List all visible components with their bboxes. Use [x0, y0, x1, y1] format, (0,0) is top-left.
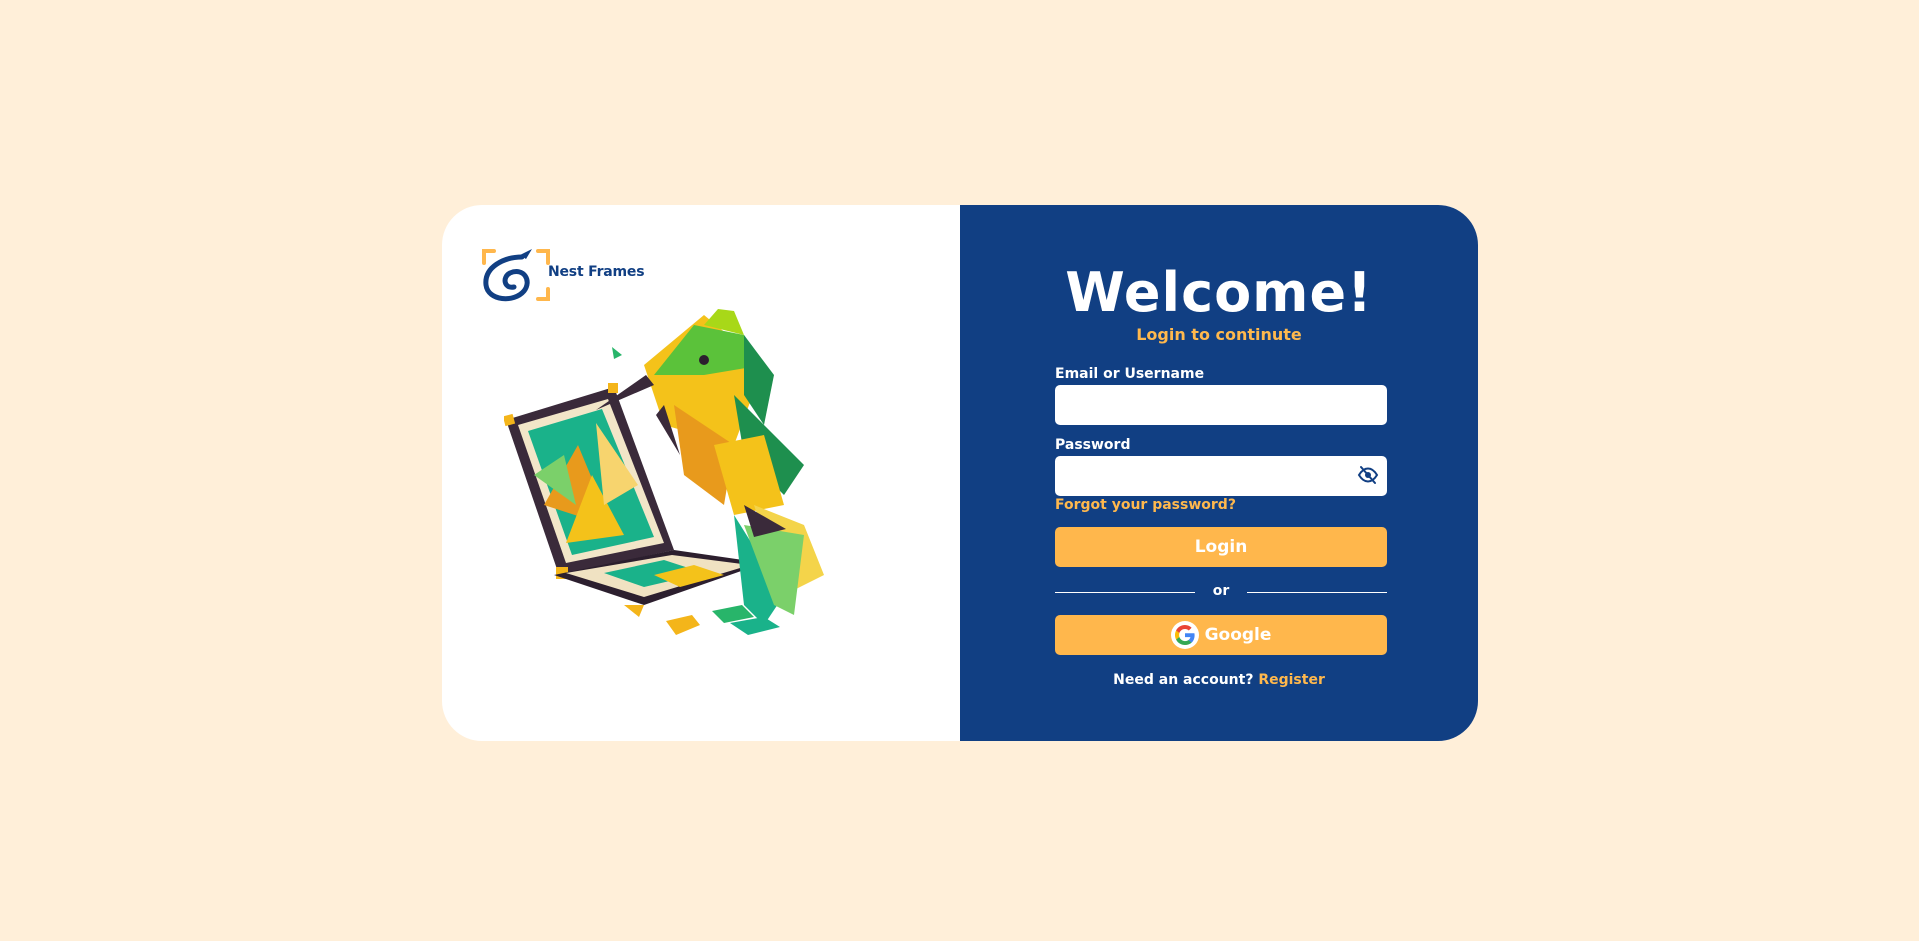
eye-off-icon[interactable] — [1357, 464, 1379, 486]
login-panel: Welcome! Login to continute Email or Use… — [960, 205, 1478, 741]
email-label: Email or Username — [1055, 366, 1205, 382]
google-login-button[interactable]: Google — [1055, 615, 1387, 655]
register-link[interactable]: Register — [1258, 672, 1325, 688]
register-prompt: Need an account? Register — [960, 672, 1478, 688]
password-input[interactable] — [1055, 456, 1387, 496]
login-card: Nest Frames Welcome! Login to continute … — [442, 205, 1478, 741]
hummingbird-laptop-illustration — [502, 305, 884, 645]
login-button-label: Login — [1194, 537, 1248, 557]
brand-logo[interactable]: Nest Frames — [480, 245, 645, 307]
need-account-text: Need an account? — [1113, 672, 1254, 688]
or-divider: or — [1055, 583, 1387, 603]
nest-frames-logo-icon — [480, 245, 554, 307]
welcome-title: Welcome! — [1065, 261, 1373, 324]
login-button[interactable]: Login — [1055, 527, 1387, 567]
divider-line-right — [1247, 592, 1387, 593]
google-icon — [1170, 621, 1199, 649]
email-username-input[interactable] — [1055, 385, 1387, 425]
google-button-label: Google — [1204, 625, 1272, 645]
welcome-subtitle: Login to continute — [1136, 325, 1302, 344]
illustration-panel: Nest Frames — [442, 205, 960, 741]
divider-text: or — [1212, 583, 1230, 599]
brand-name: Nest Frames — [548, 264, 645, 280]
forgot-password-link[interactable]: Forgot your password? — [1055, 497, 1236, 513]
password-label: Password — [1055, 437, 1131, 453]
